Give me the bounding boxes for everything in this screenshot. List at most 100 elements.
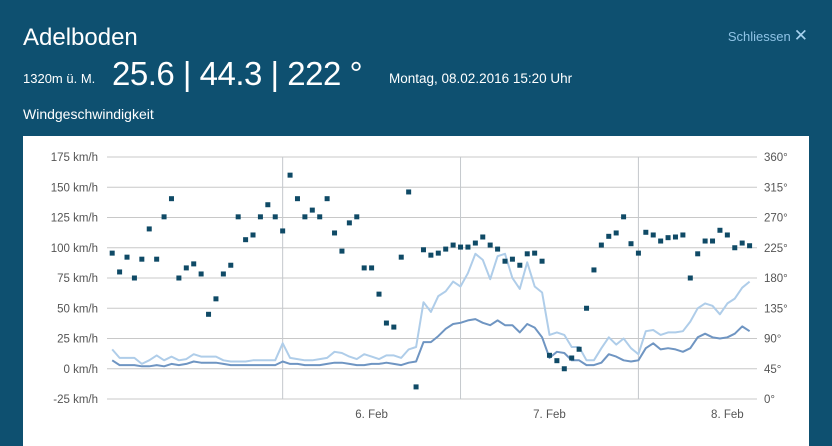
direction-point: [391, 324, 397, 330]
y-right-tick-label: 360°: [764, 152, 788, 164]
direction-point: [724, 232, 730, 238]
x-tick-label: 7. Feb: [533, 409, 566, 421]
direction-point: [635, 250, 641, 256]
direction-point: [198, 271, 204, 277]
direction-point: [235, 214, 241, 220]
y-left-tick-label: 50 km/h: [57, 303, 98, 315]
direction-point: [154, 256, 160, 262]
y-right-tick-label: 270°: [764, 213, 788, 225]
direction-point: [569, 355, 575, 361]
direction-point: [480, 234, 486, 240]
direction-point: [339, 248, 345, 254]
direction-point: [687, 275, 693, 281]
y-left-tick-label: 100 km/h: [51, 243, 98, 255]
wind-chart: -25 km/h 0 km/h 25 km/h 50 km/h 75 km/h 100 k…: [51, 152, 788, 421]
y-left-tick-label: -25 km/h: [53, 394, 98, 406]
direction-point: [672, 234, 678, 240]
direction-point: [584, 305, 590, 311]
direction-point: [732, 245, 738, 251]
y-left-tick-label: 0 km/h: [63, 364, 98, 376]
direction-point: [539, 258, 545, 264]
direction-point: [332, 230, 338, 236]
direction-point: [606, 233, 612, 239]
series-line-mean: [111, 318, 751, 368]
direction-point: [524, 251, 530, 257]
direction-point: [309, 207, 315, 213]
direction-point: [591, 267, 597, 273]
y-right-tick-label: 45°: [764, 364, 781, 376]
direction-point: [317, 214, 323, 220]
direction-point: [361, 265, 367, 271]
y-left-tick-label: 25 km/h: [57, 334, 98, 346]
direction-point: [561, 366, 567, 372]
direction-point: [428, 252, 434, 258]
direction-point: [598, 242, 604, 248]
direction-point: [117, 269, 123, 275]
y-left-tick-label: 175 km/h: [51, 152, 98, 164]
direction-point: [576, 346, 582, 352]
direction-point: [509, 256, 515, 262]
direction-point: [628, 241, 634, 247]
direction-point: [621, 214, 627, 220]
y-right-tick-label: 0°: [764, 394, 775, 406]
y-left-tick-label: 150 km/h: [51, 182, 98, 194]
direction-point: [465, 244, 471, 250]
direction-point: [502, 258, 508, 264]
direction-point: [458, 244, 464, 250]
direction-point: [250, 232, 256, 238]
direction-point: [739, 240, 745, 246]
direction-point: [747, 243, 753, 249]
direction-point: [450, 242, 456, 248]
direction-point: [109, 250, 115, 256]
direction-point: [658, 238, 664, 244]
y-right-tick-label: 90°: [764, 334, 781, 346]
y-left-tick-label: 125 km/h: [51, 213, 98, 225]
direction-point: [272, 214, 278, 220]
direction-point: [213, 296, 219, 302]
direction-point: [176, 275, 182, 281]
direction-point: [168, 196, 174, 202]
direction-point: [183, 265, 189, 271]
direction-point: [495, 246, 501, 252]
direction-point: [265, 202, 271, 208]
direction-point: [695, 251, 701, 257]
direction-point: [702, 238, 708, 244]
direction-point: [369, 265, 375, 271]
direction-point: [206, 311, 212, 317]
direction-point: [546, 352, 552, 358]
direction-point: [257, 214, 263, 220]
direction-point: [613, 230, 619, 236]
direction-point: [413, 384, 419, 390]
direction-point: [220, 271, 226, 277]
direction-point: [131, 275, 137, 281]
y-right-tick-label: 135°: [764, 303, 788, 315]
direction-point: [354, 214, 360, 220]
direction-point: [717, 227, 723, 233]
direction-point: [346, 220, 352, 226]
direction-point: [680, 232, 686, 238]
direction-point: [139, 256, 145, 262]
series-line-gust: [111, 252, 751, 365]
direction-point: [161, 214, 167, 220]
direction-point: [287, 172, 293, 178]
direction-point: [554, 358, 560, 364]
x-tick-label: 8. Feb: [711, 409, 744, 421]
direction-point: [665, 235, 671, 241]
direction-point: [472, 240, 478, 246]
direction-point: [280, 228, 286, 234]
direction-point: [443, 246, 449, 252]
direction-point: [517, 262, 523, 268]
direction-point: [294, 196, 300, 202]
x-tick-label: 6. Feb: [355, 409, 388, 421]
direction-point: [398, 254, 404, 260]
y-right-tick-label: 315°: [764, 182, 788, 194]
direction-point: [650, 232, 656, 238]
y-right-tick-label: 225°: [764, 243, 788, 255]
direction-point: [710, 238, 716, 244]
direction-point: [228, 262, 234, 268]
direction-point: [146, 226, 152, 232]
direction-point: [243, 237, 249, 243]
direction-point: [435, 250, 441, 256]
direction-point: [532, 250, 538, 256]
direction-point: [487, 242, 493, 248]
